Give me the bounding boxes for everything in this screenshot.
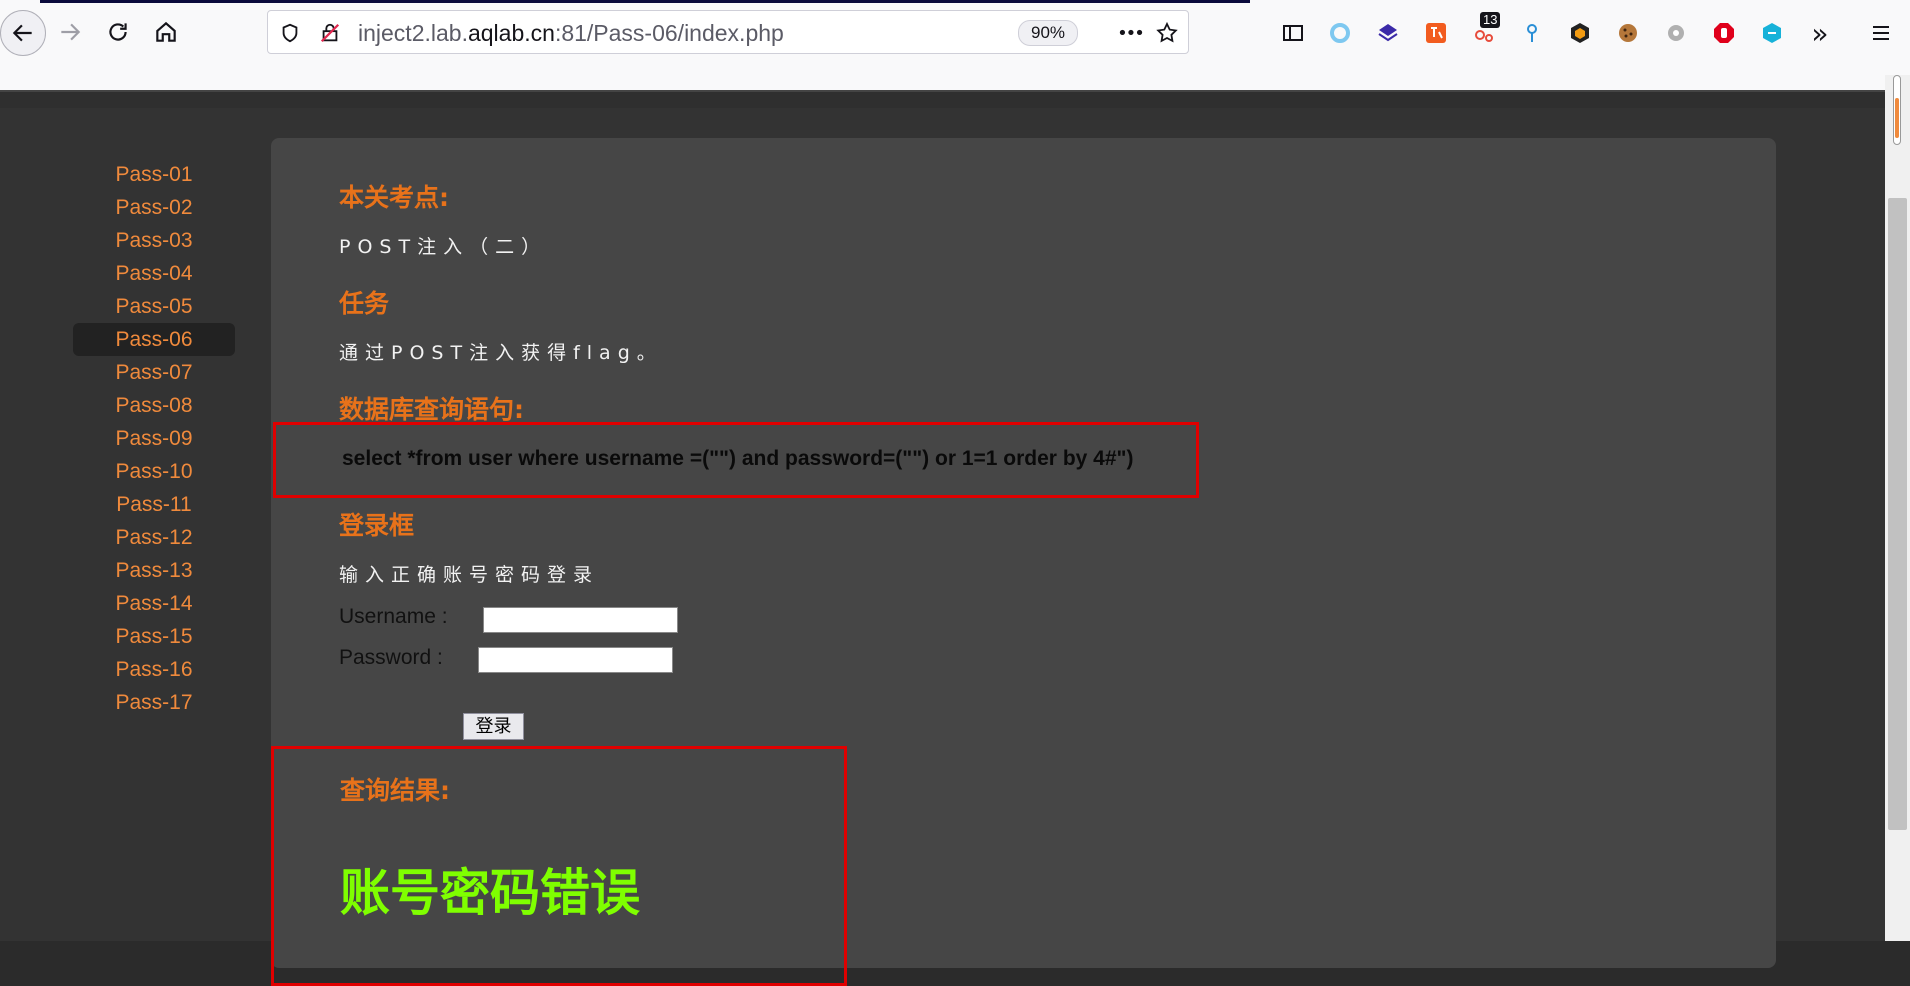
active-tab-indicator [40,0,1250,3]
login-button[interactable]: 登录 [463,713,524,740]
bookmark-star-icon[interactable] [1155,21,1179,45]
extension-count-badge: 13 [1480,12,1501,28]
sidebar-item-pass-04[interactable]: Pass-04 [73,257,235,290]
zoom-level-badge[interactable]: 90% [1018,20,1079,46]
sidebar-item-pass-03[interactable]: Pass-03 [73,224,235,257]
username-input[interactable] [483,607,678,633]
login-instruction-text: 输入正确账号密码登录 [339,564,600,586]
password-input[interactable] [478,647,673,673]
pin-extension-icon[interactable] [1519,20,1545,46]
shield-icon[interactable] [278,21,302,45]
ring-extension-icon[interactable] [1327,20,1353,46]
sidebar-item-pass-16[interactable]: Pass-16 [73,653,235,686]
section-title-query-result: 查询结果: [340,776,450,805]
sidebar-item-pass-02[interactable]: Pass-02 [73,191,235,224]
url-prefix: inject2.lab. [358,20,468,46]
layers-extension-icon[interactable] [1375,20,1401,46]
section-title-key-points: 本关考点: [339,183,449,212]
key-points-text: POST注入（二） [339,236,548,258]
result-message: 账号密码错误 [340,864,640,922]
reload-icon [109,23,127,41]
sidebar-item-pass-13[interactable]: Pass-13 [73,554,235,587]
translate-extension-icon[interactable] [1423,20,1449,46]
sidebar-item-pass-08[interactable]: Pass-08 [73,389,235,422]
browser-toolbar: inject2.lab.aqlab.cn:81/Pass-06/index.ph… [0,0,1910,91]
sidebar-item-pass-06[interactable]: Pass-06 [73,323,235,356]
hamburger-menu-icon[interactable] [1868,20,1894,46]
library-icon[interactable] [1280,20,1306,46]
reload-button[interactable] [98,12,138,52]
scrollbar-thumb[interactable] [1888,198,1907,830]
page-scrollbar[interactable] [1885,75,1910,941]
password-label: Password : [339,646,443,669]
insecure-lock-icon[interactable] [318,21,342,45]
sidebar-item-pass-07[interactable]: Pass-07 [73,356,235,389]
cookie-extension-icon[interactable] [1615,20,1641,46]
sidebar-item-pass-10[interactable]: Pass-10 [73,455,235,488]
result-highlight-box: 查询结果: 账号密码错误 [271,746,847,986]
query-highlight-box: select *from user where username =("") a… [273,422,1199,498]
adblock-extension-icon[interactable] [1711,20,1737,46]
url-bar[interactable]: inject2.lab.aqlab.cn:81/Pass-06/index.ph… [267,10,1189,54]
home-icon [156,21,176,42]
hex-extension-icon[interactable] [1567,20,1593,46]
url-suffix: :81/Pass-06/index.php [554,20,784,46]
forward-button[interactable] [50,12,90,52]
url-text[interactable]: inject2.lab.aqlab.cn:81/Pass-06/index.ph… [358,20,784,47]
pass-sidebar: Pass-01 Pass-02 Pass-03 Pass-04 Pass-05 … [73,158,235,719]
sql-query-text: select *from user where username =("") a… [342,447,1134,470]
page-actions-icon[interactable]: ••• [1110,21,1150,45]
username-label: Username : [339,605,448,628]
scroll-marker [1893,75,1901,145]
cube-extension-icon[interactable] [1759,20,1785,46]
sidebar-item-pass-15[interactable]: Pass-15 [73,620,235,653]
sidebar-item-pass-09[interactable]: Pass-09 [73,422,235,455]
forward-arrow-icon [61,23,81,41]
overflow-menu-icon[interactable]: » [1807,17,1833,50]
task-text: 通过POST注入获得flag。 [339,342,663,364]
home-button[interactable] [146,12,186,52]
section-title-login: 登录框 [339,511,415,540]
section-title-sql-query: 数据库查询语句: [339,395,524,424]
url-domain: aqlab.cn [467,20,555,46]
sidebar-item-pass-14[interactable]: Pass-14 [73,587,235,620]
sidebar-item-pass-12[interactable]: Pass-12 [73,521,235,554]
gear-extension-icon[interactable] [1663,20,1689,46]
challenge-panel: 本关考点: POST注入（二） 任务 通过POST注入获得flag。 数据库查询… [271,138,1776,986]
sidebar-item-pass-05[interactable]: Pass-05 [73,290,235,323]
section-title-task: 任务 [339,289,390,318]
sidebar-item-pass-11[interactable]: Pass-11 [73,488,235,521]
back-arrow-icon [12,24,32,42]
back-button[interactable] [0,10,46,56]
sidebar-item-pass-17[interactable]: Pass-17 [73,686,235,719]
sidebar-item-pass-01[interactable]: Pass-01 [73,158,235,191]
